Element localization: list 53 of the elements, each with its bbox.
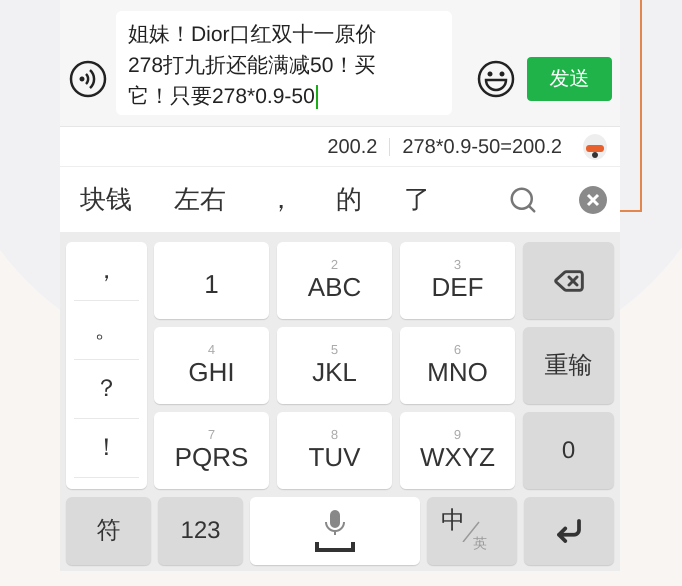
calculation-expression[interactable]: 278*0.9-50=200.2 bbox=[402, 132, 562, 162]
key-number-hint: 7 bbox=[208, 428, 216, 441]
keyboard-key[interactable]: 7 PQRS bbox=[154, 412, 269, 489]
key-number-hint: 5 bbox=[330, 342, 338, 356]
keyboard-key[interactable]: 9 WXYZ bbox=[400, 412, 515, 489]
key-letters: MNO bbox=[427, 356, 488, 388]
key-letters: JKL bbox=[312, 356, 357, 388]
key-number-hint: 8 bbox=[330, 428, 338, 441]
key-number-hint: 2 bbox=[330, 258, 338, 271]
keyboard-key[interactable]: 3 DEF bbox=[400, 242, 515, 319]
keyboard-key[interactable]: 8 TUV bbox=[277, 412, 392, 489]
keyboard-key[interactable]: 6 MNO bbox=[400, 327, 515, 404]
key-number-hint: 9 bbox=[454, 428, 462, 441]
key-letters: GHI bbox=[188, 356, 235, 388]
punctuation-key[interactable]: ， bbox=[74, 242, 139, 301]
keyboard-key[interactable]: 4 GHI bbox=[154, 327, 269, 404]
key-letters: PQRS bbox=[174, 440, 248, 474]
key-number-hint: 3 bbox=[454, 258, 462, 271]
keyboard-key[interactable]: 0 bbox=[523, 412, 614, 489]
punctuation-key[interactable]: 。 bbox=[74, 301, 139, 360]
candidate-word[interactable]: 了 bbox=[404, 180, 430, 219]
key-letters: WXYZ bbox=[420, 440, 496, 474]
search-icon[interactable] bbox=[508, 184, 538, 214]
keyboard-key[interactable]: 重输 bbox=[523, 327, 614, 404]
punctuation-key[interactable]: ？ bbox=[74, 360, 139, 419]
keyboard-key[interactable]: 5 JKL bbox=[277, 327, 392, 404]
keyboard-key[interactable]: 123 bbox=[158, 497, 243, 565]
language-switch-key[interactable]: 中 英 bbox=[427, 497, 517, 565]
enter-icon bbox=[554, 516, 584, 546]
message-text: 姐妹！Dior口红双十一原价 278打九折还能满减50！买 它！只要278*0.9-50 bbox=[128, 22, 378, 112]
key-letters: ABC bbox=[308, 270, 362, 304]
candidate-word[interactable]: 的 bbox=[336, 180, 362, 219]
keyboard-key[interactable]: 2 ABC bbox=[277, 242, 392, 319]
enter-key[interactable] bbox=[524, 497, 614, 565]
key-letters: TUV bbox=[308, 440, 360, 474]
punctuation-key[interactable]: ！ bbox=[74, 419, 139, 478]
key-number-hint: 6 bbox=[454, 342, 462, 356]
key-letters: DEF bbox=[432, 270, 484, 304]
emoji-icon[interactable] bbox=[476, 59, 516, 99]
keyboard-key[interactable]: 符 bbox=[66, 497, 151, 565]
candidate-word[interactable]: 左右 bbox=[174, 180, 226, 219]
candidate-word[interactable]: ， bbox=[268, 180, 294, 219]
key-number-hint: 4 bbox=[208, 342, 216, 356]
clear-icon[interactable] bbox=[578, 184, 608, 214]
microphone-icon bbox=[313, 508, 357, 554]
keyboard-key[interactable]: 1 bbox=[154, 242, 269, 319]
calculation-result[interactable]: 200.2 bbox=[327, 132, 378, 162]
voice-icon[interactable] bbox=[68, 59, 108, 99]
backspace-key[interactable] bbox=[523, 242, 614, 319]
candidate-word[interactable]: 块钱 bbox=[80, 180, 132, 219]
space-key[interactable] bbox=[250, 497, 420, 565]
mascot-icon bbox=[582, 132, 608, 160]
message-input-field[interactable]: 姐妹！Dior口红双十一原价 278打九折还能满减50！买 它！只要278*0.9-50 bbox=[116, 11, 452, 115]
